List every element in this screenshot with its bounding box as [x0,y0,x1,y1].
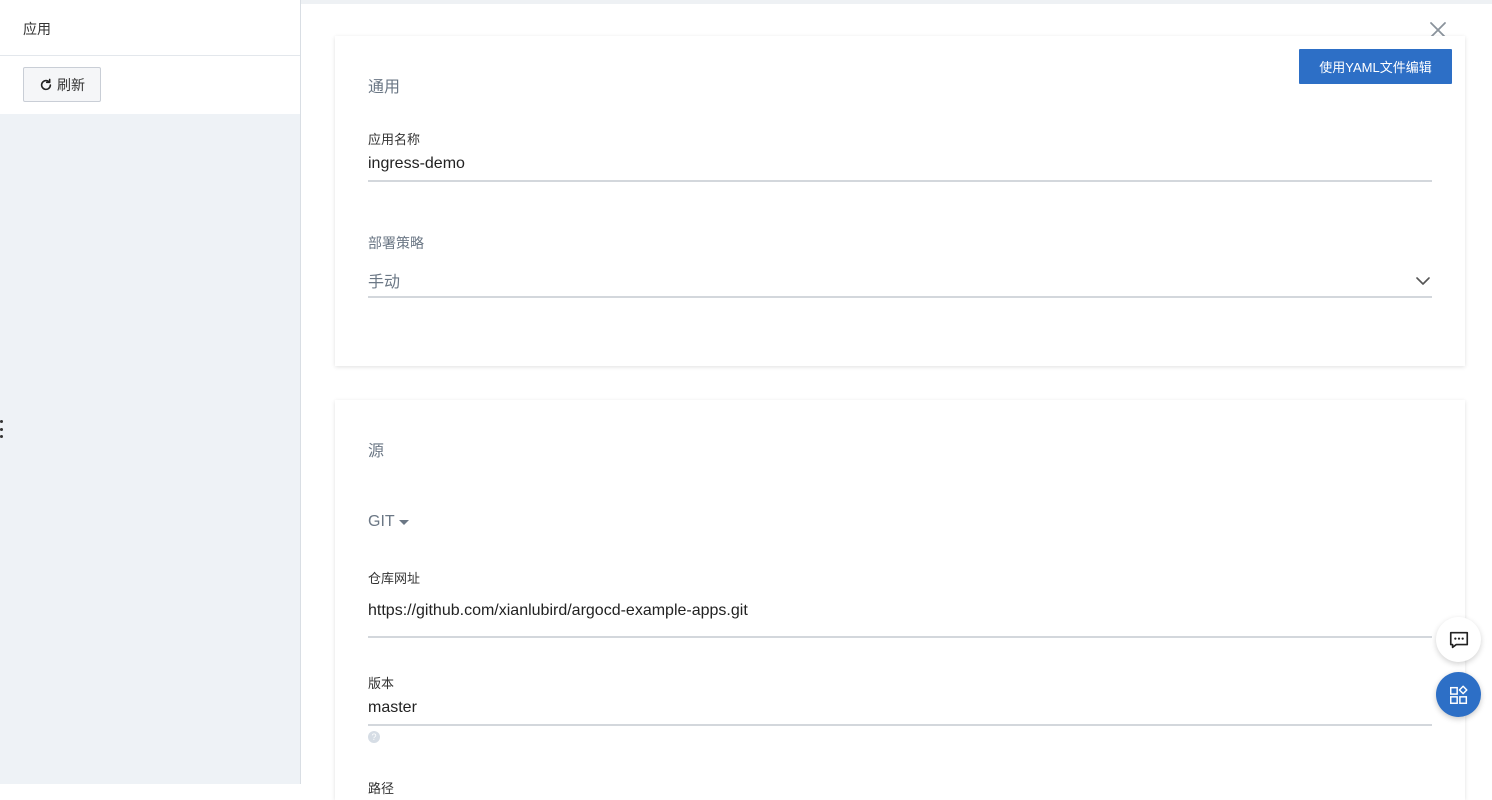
resize-handle[interactable] [0,420,4,438]
source-section-title: 源 [368,443,385,460]
repo-url-label: 仓库网址 [368,571,421,586]
repo-url-field[interactable] [368,593,1432,638]
chevron-down-icon [1416,277,1430,285]
revision-label: 版本 [368,676,395,691]
revision-field[interactable] [368,692,1432,726]
refresh-button-label: 刷新 [57,76,85,93]
apps-icon [1449,685,1468,704]
app-name-field[interactable] [368,148,1432,182]
repo-type-value: GIT [368,513,395,530]
left-panel-toolbar: 刷新 [0,56,300,114]
sync-policy-select[interactable]: 手动 [368,264,1432,298]
app-name-label: 应用名称 [368,132,421,147]
source-section: 源 GIT 仓库网址 版本 ? 路径 [335,400,1465,800]
caret-down-icon [398,519,409,525]
general-section: 通用 应用名称 部署策略 手动 [335,36,1465,366]
apps-button[interactable] [1436,672,1481,717]
refresh-button[interactable]: 刷新 [23,67,101,102]
left-panel: 应用 刷新 [0,0,301,784]
sync-policy-label: 部署策略 [368,235,424,251]
repo-type-select[interactable]: GIT [368,513,409,531]
help-icon[interactable]: ? [368,731,380,743]
general-section-title: 通用 [368,79,401,96]
edit-as-yaml-button[interactable]: 使用YAML文件编辑 [1299,49,1452,84]
path-label: 路径 [368,781,395,796]
left-panel-header: 应用 [0,0,300,56]
left-panel-title: 应用 [23,21,51,37]
top-divider [301,0,1492,4]
chat-button[interactable] [1436,617,1481,662]
refresh-icon [40,78,52,90]
chat-icon [1449,631,1468,648]
sync-policy-value: 手动 [368,274,401,291]
